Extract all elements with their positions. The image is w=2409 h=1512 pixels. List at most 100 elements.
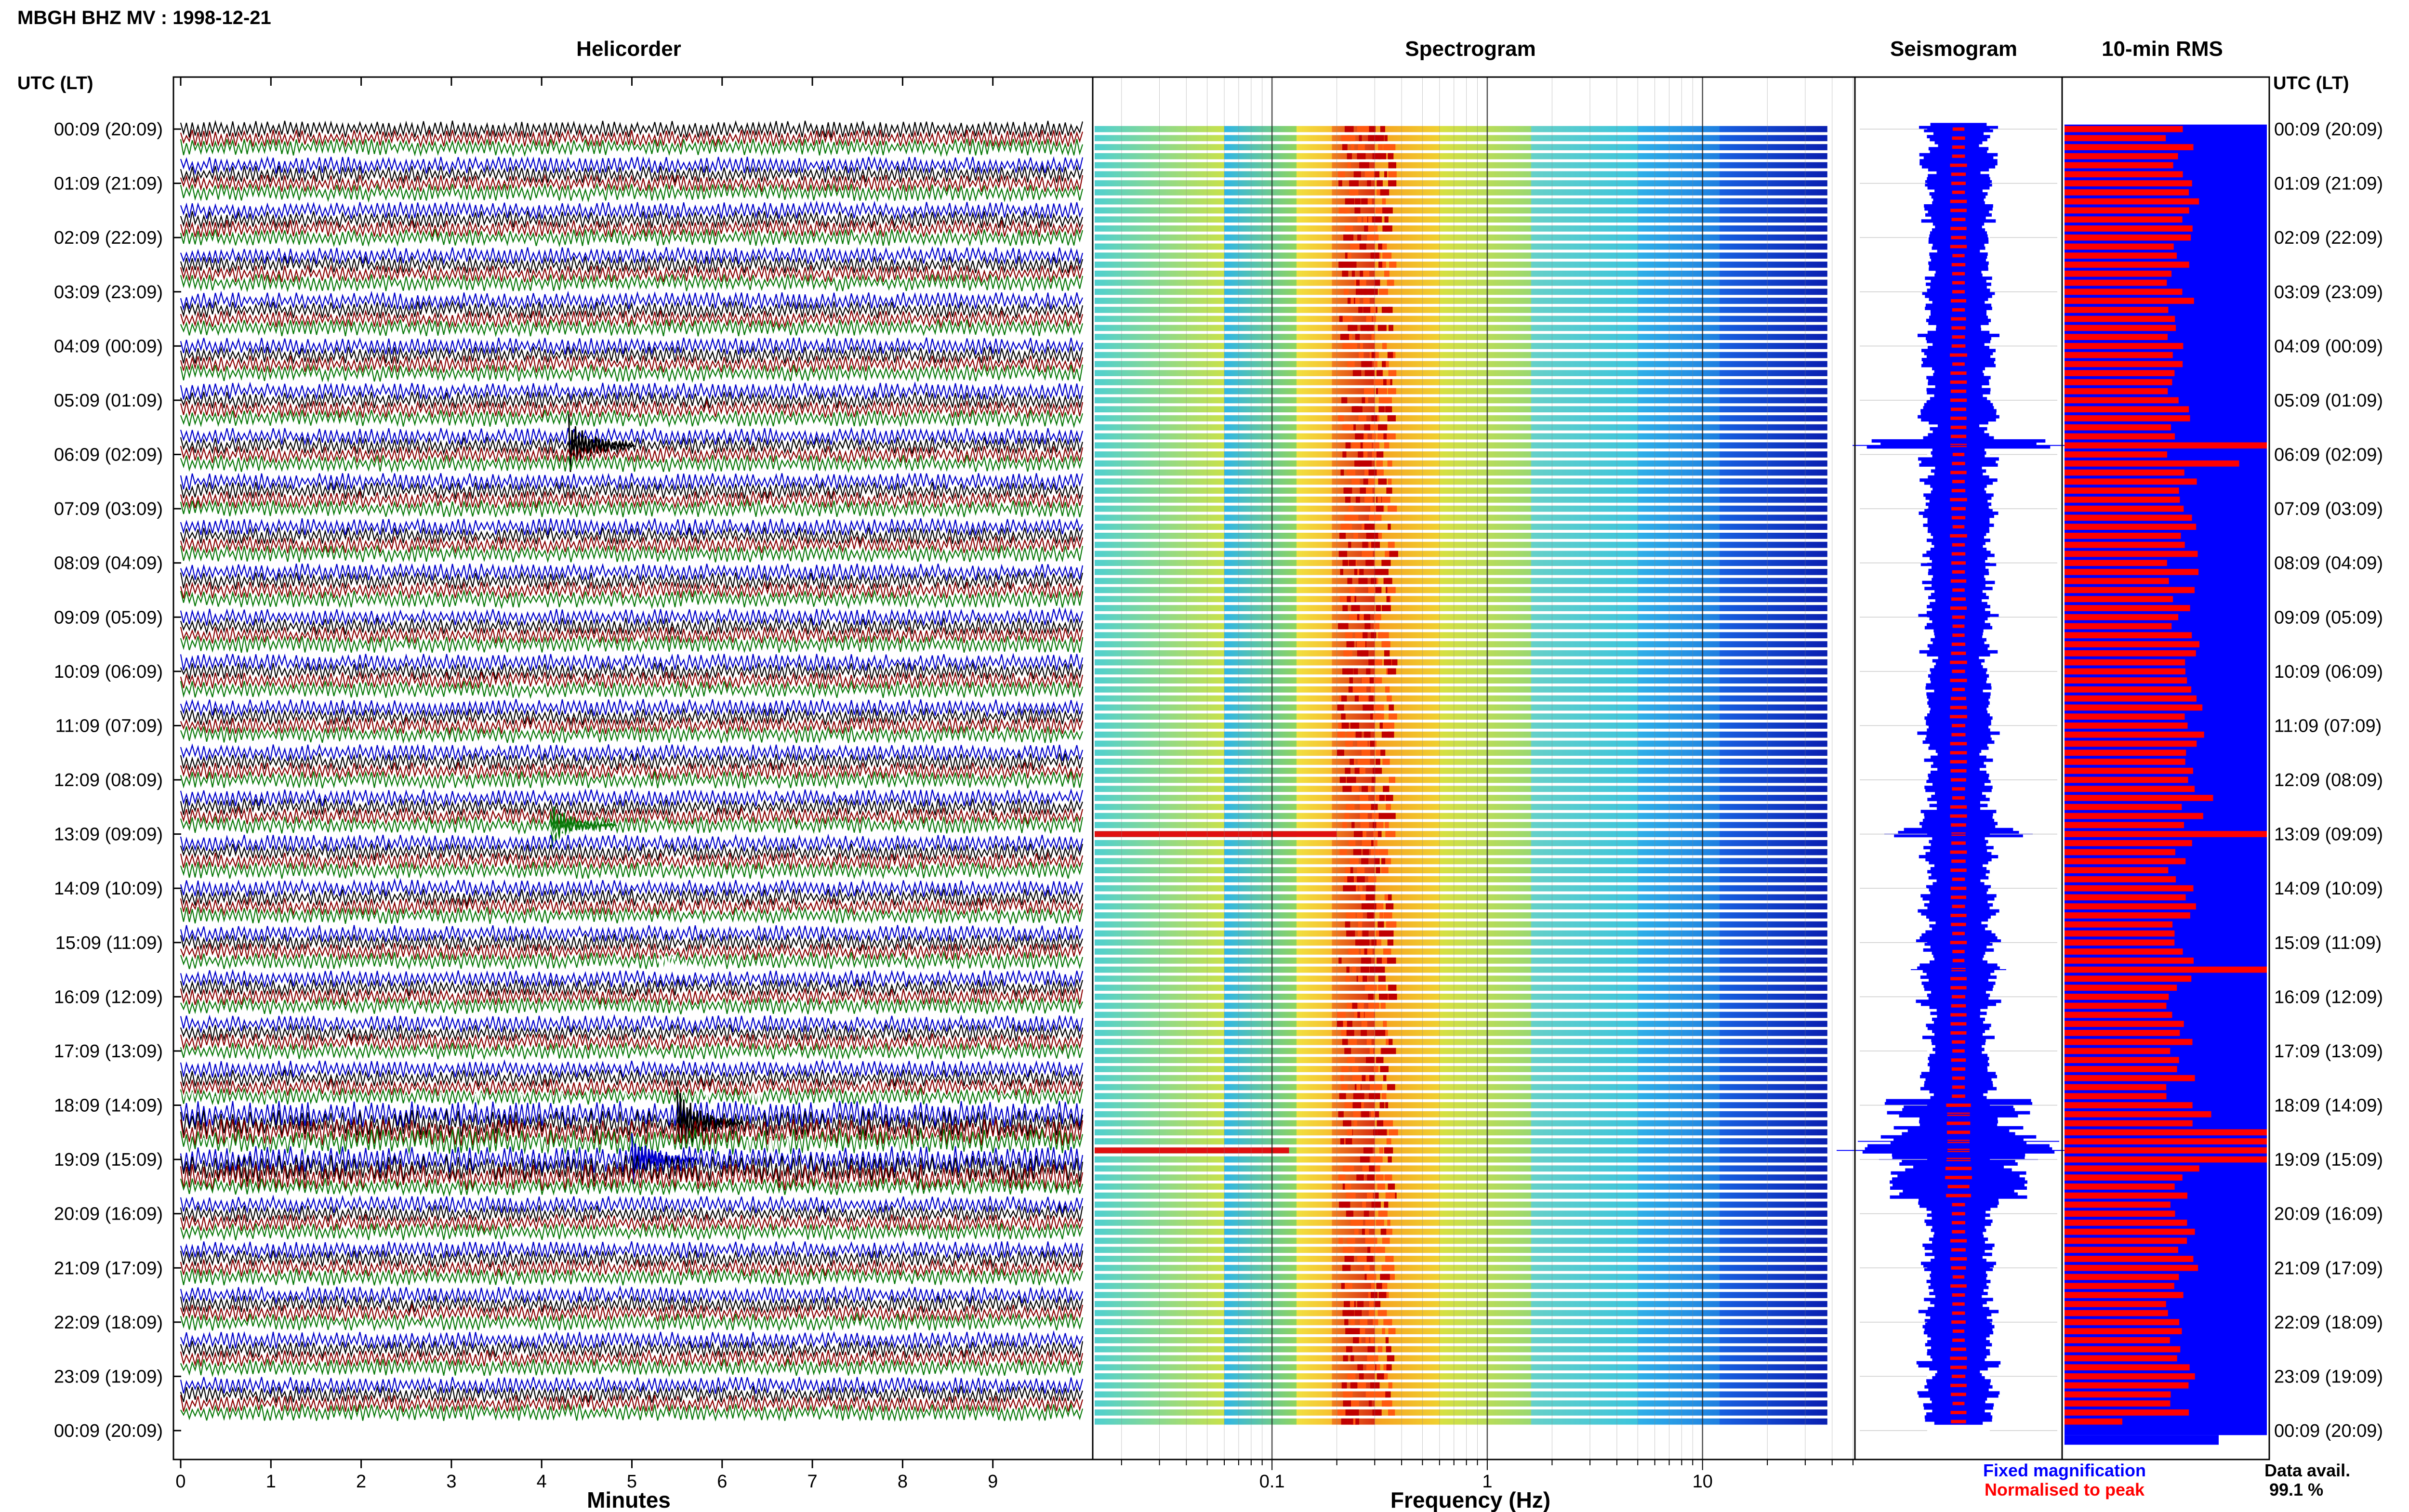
spectrogram-speckle xyxy=(1345,1138,1350,1144)
spectrogram-speckle xyxy=(1376,451,1384,458)
spectrogram-row xyxy=(1095,514,1827,521)
spectrogram-speckle xyxy=(1353,668,1358,675)
helicorder-x-tick-label: 6 xyxy=(717,1472,727,1492)
rms-bar xyxy=(2065,605,2190,611)
spectrogram-speckle xyxy=(1385,1147,1390,1154)
spectrogram-row xyxy=(1095,1102,1827,1108)
rms-bar xyxy=(2065,749,2186,756)
rms-bar xyxy=(2065,469,2184,476)
spectrogram-row xyxy=(1095,569,1827,575)
spectrogram-speckle xyxy=(1377,1165,1380,1172)
spectrogram-speckle xyxy=(1340,524,1350,530)
spectrogram-speckle xyxy=(1347,1418,1353,1425)
spectrogram-speckle xyxy=(1380,1066,1386,1072)
spectrogram-speckle xyxy=(1348,1247,1355,1253)
spectrogram-speckle xyxy=(1369,524,1375,530)
spectrogram-speckle xyxy=(1372,433,1377,440)
spectrogram-row xyxy=(1095,505,1827,512)
spectrogram-row xyxy=(1095,1237,1827,1244)
rms-bar xyxy=(2065,885,2194,892)
spectrogram-speckle xyxy=(1363,451,1368,458)
spectrogram-row xyxy=(1095,478,1827,485)
rms-bar xyxy=(2065,786,2195,792)
spectrogram-row xyxy=(1095,262,1827,268)
spectrogram-row xyxy=(1095,650,1827,657)
spectrogram-speckle xyxy=(1366,1274,1376,1280)
spectrogram-speckle xyxy=(1350,596,1355,603)
spectrogram-speckle xyxy=(1380,704,1384,711)
spectrogram-speckle xyxy=(1377,1373,1384,1380)
spectrogram-speckle xyxy=(1338,551,1348,557)
spectrogram-speckle xyxy=(1352,370,1362,377)
time-label-left: 08:09 (04:09) xyxy=(54,553,163,574)
spectrogram-speckle xyxy=(1388,1328,1396,1334)
spectrogram-row xyxy=(1095,1012,1827,1018)
helicorder-x-tick-label: 7 xyxy=(807,1472,818,1492)
spectrogram-row xyxy=(1095,786,1827,792)
spectrogram-speckle xyxy=(1358,306,1363,313)
rms-bar xyxy=(2065,1409,2189,1416)
spectrogram-speckle xyxy=(1345,767,1351,774)
time-label-right: 03:09 (23:09) xyxy=(2274,282,2383,302)
spectrogram-row xyxy=(1095,1111,1827,1118)
spectrogram-row xyxy=(1095,1346,1827,1353)
time-label-left: 23:09 (19:09) xyxy=(54,1367,163,1387)
rms-bar xyxy=(2065,1310,2168,1316)
spectrogram-speckle xyxy=(1350,189,1359,196)
spectrogram-speckle xyxy=(1382,957,1387,964)
spectrogram-speckle xyxy=(1370,306,1376,313)
spectrogram-speckle xyxy=(1387,1084,1395,1091)
rms-bar xyxy=(2065,451,2167,458)
data-avail-value: 99.1 % xyxy=(2269,1480,2323,1499)
spectrogram-speckle xyxy=(1359,1373,1364,1380)
legend-fixed-magnification: Fixed magnification xyxy=(1983,1460,2146,1480)
spectrogram-speckle xyxy=(1338,1237,1343,1244)
time-label-right: 16:09 (12:09) xyxy=(2274,987,2383,1007)
spectrogram-speckle xyxy=(1376,867,1380,874)
spectrogram-speckle xyxy=(1346,1346,1353,1353)
spectrogram-row xyxy=(1095,334,1827,340)
rms-bar xyxy=(2065,912,2190,919)
time-label-right: 10:09 (06:09) xyxy=(2274,662,2383,682)
spectrogram-speckle xyxy=(1386,695,1392,702)
spectrogram-row xyxy=(1095,939,1827,946)
spectrogram-speckle xyxy=(1363,243,1366,250)
rms-bar xyxy=(2065,1183,2175,1190)
spectrogram-speckle xyxy=(1338,623,1342,630)
spectrogram-speckle xyxy=(1357,1256,1367,1262)
rms-bar xyxy=(2065,623,2172,630)
spectrogram-speckle xyxy=(1361,1111,1365,1118)
spectrogram-speckle xyxy=(1359,162,1365,169)
spectrogram-row xyxy=(1095,1292,1827,1298)
spectrogram-row xyxy=(1095,325,1827,331)
spectrogram-speckle xyxy=(1376,460,1380,467)
spectrogram-speckle xyxy=(1339,849,1347,855)
rms-bar xyxy=(2065,126,2183,132)
spectrogram-row xyxy=(1095,388,1827,394)
rms-bar xyxy=(2065,1057,2179,1064)
spectrogram-speckle xyxy=(1354,1310,1362,1316)
spectrogram-speckle xyxy=(1377,605,1381,611)
spectrogram-speckle xyxy=(1342,1264,1347,1271)
rms-bar xyxy=(2065,822,2184,828)
spectrogram-speckle xyxy=(1349,560,1356,566)
spectrogram-speckle xyxy=(1371,578,1377,584)
spectrogram-speckle xyxy=(1372,767,1382,774)
rms-bar xyxy=(2065,650,2196,657)
spectrogram-speckle xyxy=(1387,352,1393,358)
spectrogram-speckle xyxy=(1368,225,1378,232)
spectrogram-speckle xyxy=(1360,1319,1368,1326)
spectrogram-speckle xyxy=(1383,1075,1387,1081)
spectrogram-speckle xyxy=(1382,342,1387,349)
spectrogram-speckle xyxy=(1383,786,1390,792)
spectrogram-speckle xyxy=(1338,415,1344,421)
spectrogram-speckle xyxy=(1350,514,1359,521)
spectrogram-speckle xyxy=(1366,957,1371,964)
spectrogram-speckle xyxy=(1387,1220,1390,1226)
rms-bar xyxy=(2065,162,2173,169)
spectrogram-speckle xyxy=(1350,786,1359,792)
spectrogram-speckle xyxy=(1388,524,1391,530)
spectrogram-speckle xyxy=(1348,840,1356,846)
spectrogram-speckle xyxy=(1377,1129,1387,1136)
spectrogram-speckle xyxy=(1351,478,1360,485)
